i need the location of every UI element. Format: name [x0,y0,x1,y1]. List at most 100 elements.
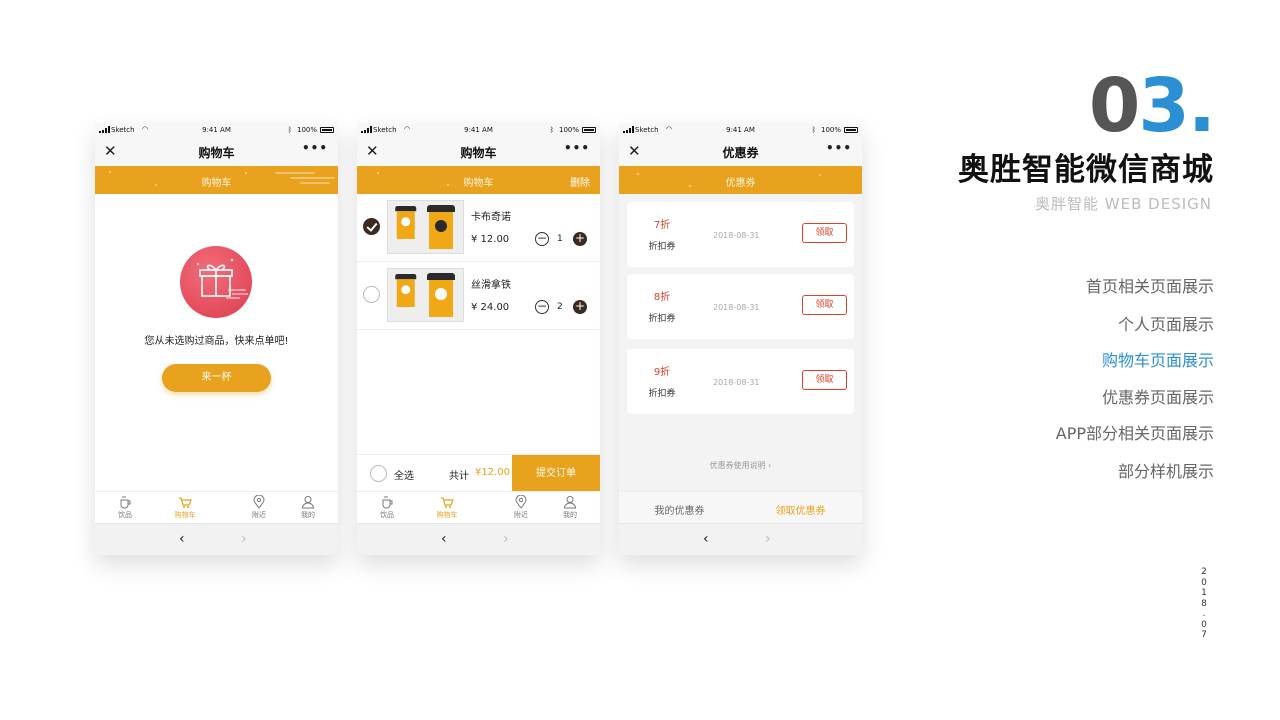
forward-icon[interactable]: › [503,531,509,547]
coupon-tab-bar: 我的优惠券 领取优惠券 [619,491,862,523]
menu-item[interactable]: 部分样机展示 [1118,458,1214,482]
back-icon[interactable]: ‹ [179,531,185,547]
cart-icon [179,497,192,508]
delete-button[interactable]: 删除 [570,174,590,189]
section-title: 奥胜智能微信商城 [958,152,1214,188]
coupon-card: 8折 折扣券 2018-08-31 领取 [627,274,854,339]
status-bar: Sketch ◠ 9:41 AM ᛒ 100% [95,123,338,137]
tab-label: 附近 [252,511,266,519]
phone-empty-cart: Sketch ◠ 9:41 AM ᛒ 100% ✕ 购物车 ••• 购物车 您从… [95,123,338,555]
tab-bar: 饮品 购物车 附近 我的 [357,491,600,523]
more-icon[interactable]: ••• [564,141,590,155]
cup-icon [120,496,131,509]
item-price: ¥ 24.00 [471,302,510,313]
coupon-card: 7折 折扣券 2018-08-31 领取 [627,202,854,267]
coupon-type: 折扣券 [648,314,676,324]
tab-label: 我的 [563,511,577,519]
tab-mine[interactable]: 我的 [555,495,585,520]
coupon-discount: 9折 [653,367,671,378]
more-icon[interactable]: ••• [302,141,328,155]
item-name: 卡布奇诺 [471,212,511,223]
location-icon [515,495,527,509]
total-label: 共计 [449,471,469,482]
nav-bar: ✕ 购物车 ••• [357,137,600,166]
claim-coupon-button[interactable]: 领取 [802,223,847,243]
user-icon [563,496,577,509]
browser-nav: ‹ › [357,523,600,555]
banner-title: 购物车 [463,178,494,189]
submit-order-button[interactable]: 提交订单 [512,455,600,492]
section-banner: 优惠券 [619,166,862,194]
select-all-checkbox[interactable] [370,465,387,482]
menu-item[interactable]: 首页相关页面展示 [1086,273,1214,297]
coupon-list: 7折 折扣券 2018-08-31 领取 8折 折扣券 2018-08-31 领… [619,194,862,492]
coupon-help-label: 优惠券使用说明 [709,461,766,470]
tab-nearby[interactable]: 附近 [506,495,536,520]
section-banner: 购物车 [95,166,338,194]
chevron-right-icon: › [768,461,772,470]
menu-item[interactable]: 个人页面展示 [1118,311,1214,335]
nav-bar: ✕ 购物车 ••• [95,137,338,166]
tab-label: 饮品 [380,511,394,519]
tab-nearby[interactable]: 附近 [244,495,274,520]
minus-icon[interactable]: − [535,300,549,314]
plus-icon[interactable]: + [573,300,587,314]
coupon-discount: 8折 [653,292,671,303]
tab-label: 我的 [301,511,315,519]
coupon-date: 2018-08-31 [713,231,760,240]
battery-percent: 100% [296,126,317,134]
item-name: 丝滑拿铁 [471,280,511,291]
claim-coupon-button[interactable]: 领取 [802,295,847,315]
bluetooth-icon: ᛒ [287,126,292,134]
tab-cart[interactable]: 购物车 [170,495,200,520]
coupon-help-link[interactable]: 优惠券使用说明 › [619,460,862,471]
forward-icon[interactable]: › [241,531,247,547]
checkout-bar: 全选 共计 ¥12.00 提交订单 [357,454,600,492]
tab-drinks[interactable]: 饮品 [110,495,140,520]
coupon-discount: 7折 [653,220,671,231]
slide: Sketch ◠ 9:41 AM ᛒ 100% ✕ 购物车 ••• 购物车 您从… [0,0,1280,720]
more-icon[interactable]: ••• [826,141,852,155]
forward-icon[interactable]: › [765,531,771,547]
gift-icon [180,246,252,318]
item-quantity: 2 [557,302,563,312]
phone-coupons: Sketch ◠ 9:41 AM ᛒ 100% ✕ 优惠券 ••• 优惠券 7折… [619,123,862,555]
tab-my-coupons[interactable]: 我的优惠券 [619,502,740,517]
battery-percent: 100% [558,126,579,134]
menu-item[interactable]: 优惠券页面展示 [1102,384,1214,408]
tab-drinks[interactable]: 饮品 [372,495,402,520]
back-icon[interactable]: ‹ [441,531,447,547]
minus-icon[interactable]: − [535,232,549,246]
phone-cart: Sketch ◠ 9:41 AM ᛒ 100% ✕ 购物车 ••• 购物车 删除… [357,123,600,555]
banner-title: 购物车 [201,178,232,189]
coupon-date: 2018-08-31 [713,303,760,312]
battery-percent: 100% [820,126,841,134]
tab-mine[interactable]: 我的 [293,495,323,520]
cart-item: 卡布奇诺 ¥ 12.00 − 1 + [357,194,600,262]
cart-item: 丝滑拿铁 ¥ 24.00 − 2 + [357,262,600,330]
back-icon[interactable]: ‹ [703,531,709,547]
tab-label: 购物车 [174,511,196,519]
banner-title: 优惠券 [725,178,756,189]
location-icon [253,495,265,509]
plus-icon[interactable]: + [573,232,587,246]
menu-item-active[interactable]: 购物车页面展示 [1102,347,1214,371]
claim-coupon-button[interactable]: 领取 [802,370,847,390]
item-quantity: 1 [557,234,563,244]
tab-label: 附近 [514,511,528,519]
total-value: ¥12.00 [475,467,510,478]
menu-item[interactable]: APP部分相关页面展示 [1056,420,1214,444]
cart-icon [441,497,454,508]
battery-icon [582,127,596,133]
nav-bar: ✕ 优惠券 ••• [619,137,862,166]
coupon-date: 2018-08-31 [713,378,760,387]
bluetooth-icon: ᛒ [811,126,816,134]
item-checkbox[interactable] [363,286,380,303]
coupon-type: 折扣券 [648,389,676,399]
browser-nav: ‹ › [95,523,338,555]
order-now-button[interactable]: 来一杯 [162,364,271,392]
tab-get-coupons[interactable]: 领取优惠券 [740,502,861,517]
tab-cart[interactable]: 购物车 [432,495,462,520]
item-checkbox[interactable] [363,218,380,235]
tab-label: 购物车 [436,511,458,519]
